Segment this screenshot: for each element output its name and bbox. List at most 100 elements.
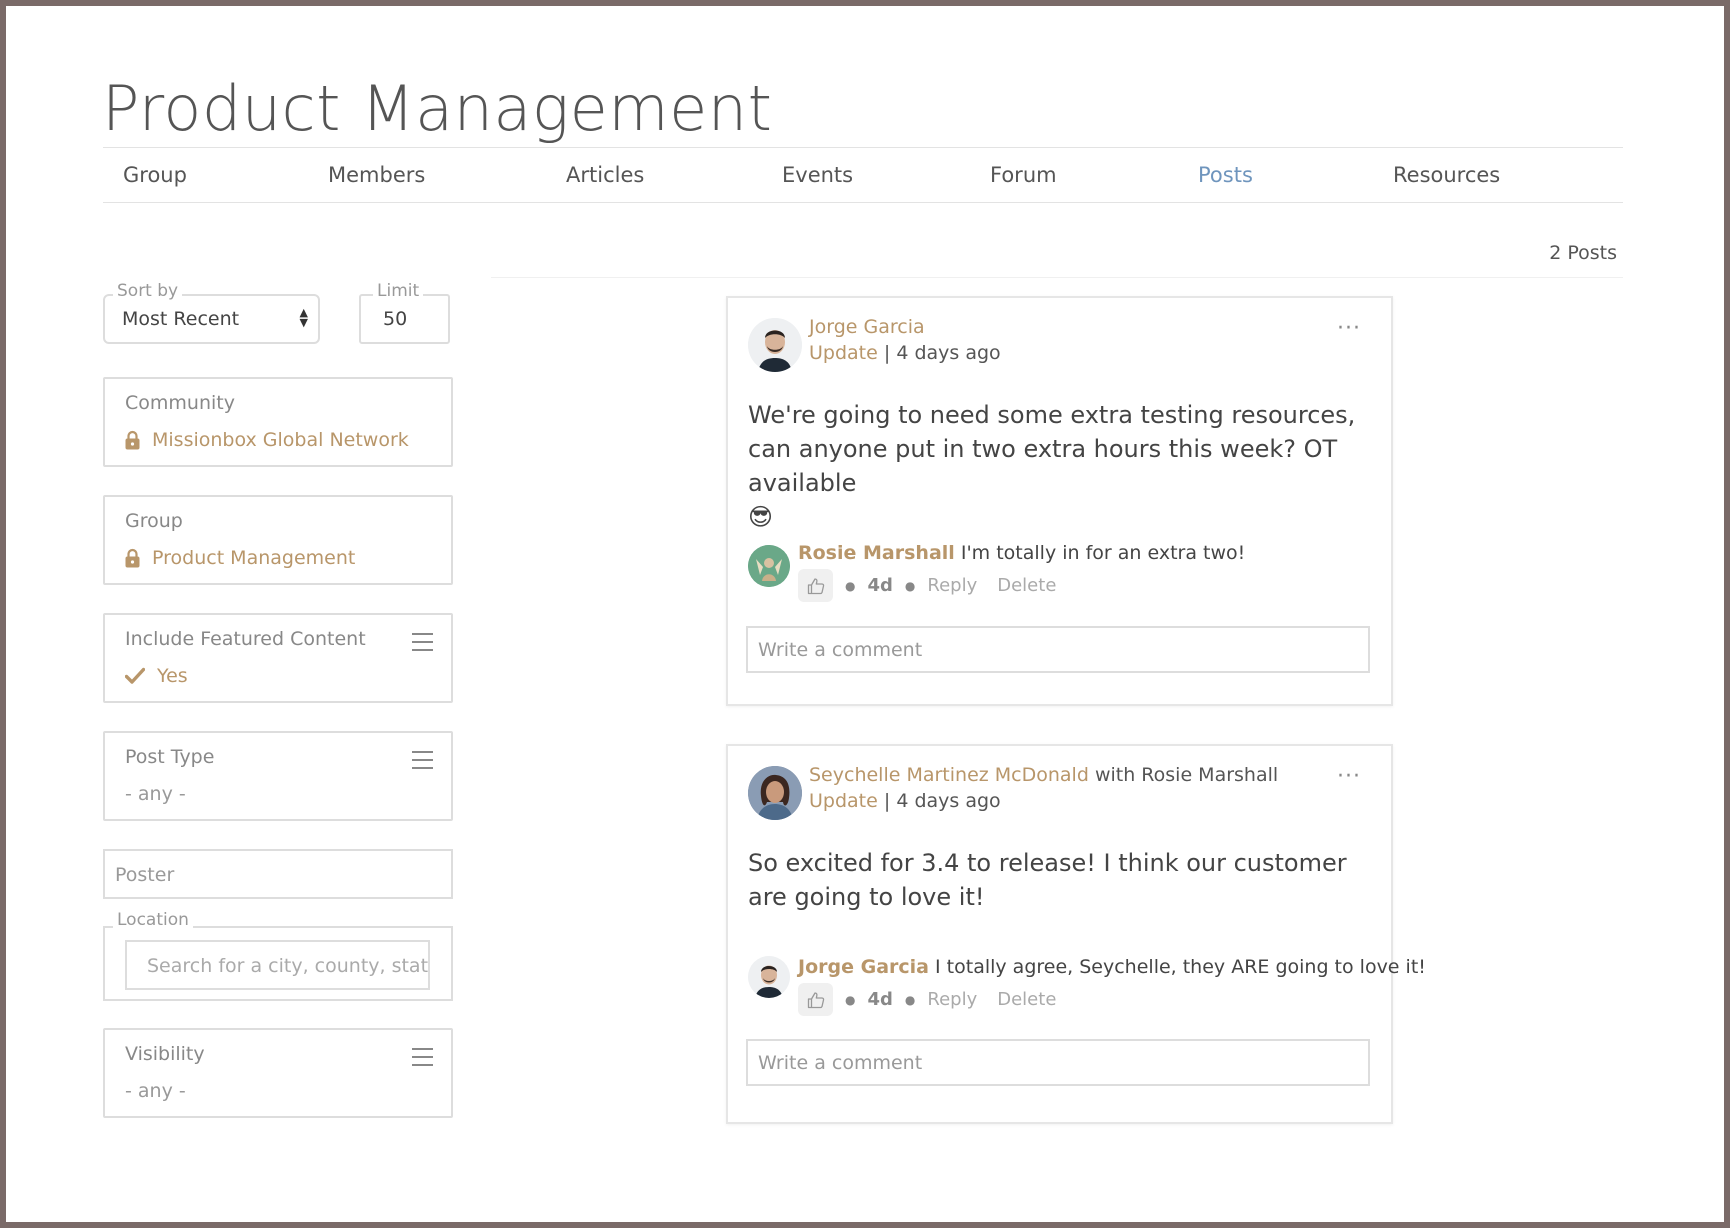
poster-input[interactable]: Poster — [103, 849, 453, 899]
sort-label: Sort by — [113, 281, 183, 301]
meta-separator: | — [883, 790, 897, 812]
post-with: with Rosie Marshall — [1094, 764, 1279, 786]
post-time: 4 days ago — [896, 342, 1001, 364]
featured-label: Include Featured Content — [125, 628, 366, 650]
featured-value-row: Yes — [125, 665, 188, 687]
like-button[interactable] — [798, 983, 833, 1016]
group-label: Group — [125, 510, 183, 532]
comment-text: I'm totally in for an extra two! — [960, 542, 1246, 564]
featured-filter[interactable]: Include Featured Content Yes — [103, 613, 453, 703]
thumbs-up-icon — [807, 577, 824, 594]
avatar[interactable] — [748, 318, 802, 372]
group-value-row: Product Management — [125, 547, 355, 569]
delete-link[interactable]: Delete — [997, 989, 1056, 1010]
menu-icon[interactable] — [412, 633, 433, 651]
tab-forum[interactable]: Forum — [990, 163, 1057, 187]
comment-author[interactable]: Rosie Marshall — [798, 542, 955, 564]
check-icon — [125, 667, 145, 684]
post-author[interactable]: Seychelle Martinez McDonald — [809, 764, 1089, 786]
post-author[interactable]: Jorge Garcia — [809, 316, 925, 338]
more-options-icon[interactable]: ··· — [1337, 318, 1361, 340]
comment-age: 4d — [867, 575, 893, 596]
comment: Jorge Garcia I totally agree, Seychelle,… — [798, 956, 1426, 978]
post-type-filter[interactable]: Post Type - any - — [103, 731, 453, 821]
comment-author[interactable]: Jorge Garcia — [798, 956, 929, 978]
avatar[interactable] — [748, 956, 790, 998]
sort-select[interactable]: Most Recent ▲ ▼ — [103, 294, 320, 344]
post-type-value: - any - — [125, 783, 186, 805]
limit-input[interactable]: 50 — [359, 294, 450, 344]
post-meta: Update | 4 days ago — [809, 790, 1001, 812]
post-type-label: Post Type — [125, 746, 215, 768]
post-text: We're going to need some extra testing r… — [748, 401, 1356, 497]
like-button[interactable] — [798, 569, 833, 602]
post-type[interactable]: Update — [809, 790, 878, 812]
tab-posts[interactable]: Posts — [1198, 163, 1253, 187]
page-frame: Product Management Group Members Article… — [6, 6, 1724, 1222]
bullet-separator: ● — [845, 992, 856, 1007]
comment-text: I totally agree, Seychelle, they ARE goi… — [935, 956, 1426, 978]
bullet-separator: ● — [845, 578, 856, 593]
avatar[interactable] — [748, 545, 790, 587]
page-title: Product Management — [102, 72, 773, 145]
visibility-filter[interactable]: Visibility - any - — [103, 1028, 453, 1118]
reply-link[interactable]: Reply — [927, 575, 977, 596]
tab-articles[interactable]: Articles — [566, 163, 644, 187]
delete-link[interactable]: Delete — [997, 575, 1056, 596]
post-count: 2 Posts — [1549, 242, 1617, 264]
post-body: We're going to need some extra testing r… — [748, 398, 1378, 534]
post-author-line: Jorge Garcia — [809, 316, 925, 338]
location-filter: Search for a city, county, state — [103, 926, 453, 1001]
sort-value: Most Recent — [122, 308, 240, 330]
visibility-value: - any - — [125, 1080, 186, 1102]
person-avatar-icon — [748, 956, 790, 998]
post-card: Jorge Garcia Update | 4 days ago ··· We'… — [726, 296, 1393, 706]
post-body: So excited for 3.4 to release! I think o… — [748, 849, 1347, 911]
comment: Rosie Marshall I'm totally in for an ext… — [798, 542, 1245, 564]
menu-icon[interactable] — [412, 751, 433, 769]
thumbs-up-icon — [807, 991, 824, 1008]
featured-value: Yes — [157, 665, 188, 687]
post-type[interactable]: Update — [809, 342, 878, 364]
visibility-label: Visibility — [125, 1043, 205, 1065]
person-avatar-icon — [748, 545, 790, 587]
person-avatar-icon — [748, 766, 802, 820]
community-value-row: Missionbox Global Network — [125, 429, 409, 451]
meta-separator: | — [883, 342, 897, 364]
person-avatar-icon — [748, 318, 802, 372]
sunglasses-emoji-icon: 😎 — [748, 503, 774, 531]
menu-icon[interactable] — [412, 1048, 433, 1066]
bullet-separator: ● — [904, 992, 916, 1007]
location-search-input[interactable]: Search for a city, county, state — [125, 940, 430, 990]
comment-age: 4d — [867, 989, 893, 1010]
comment-input[interactable]: Write a comment — [746, 1039, 1370, 1086]
group-nav: Group Members Articles Events Forum Post… — [103, 147, 1623, 203]
community-label: Community — [125, 392, 235, 414]
comment-actions: ● 4d ● Reply Delete — [798, 983, 1056, 1016]
group-filter[interactable]: Group Product Management — [103, 495, 453, 585]
post-author-line: Seychelle Martinez McDonald with Rosie M… — [809, 764, 1278, 786]
limit-value: 50 — [383, 308, 408, 330]
lock-icon — [125, 430, 140, 450]
post-card: Seychelle Martinez McDonald with Rosie M… — [726, 744, 1426, 1124]
tab-events[interactable]: Events — [782, 163, 853, 187]
post-meta: Update | 4 days ago — [809, 342, 1001, 364]
community-filter[interactable]: Community Missionbox Global Network — [103, 377, 453, 467]
bullet-separator: ● — [904, 578, 916, 593]
tab-members[interactable]: Members — [328, 163, 425, 187]
avatar[interactable] — [748, 766, 802, 820]
group-value: Product Management — [152, 547, 356, 569]
community-value: Missionbox Global Network — [152, 429, 409, 451]
comment-input[interactable]: Write a comment — [746, 626, 1370, 673]
limit-label: Limit — [373, 281, 424, 301]
select-arrows-icon: ▲ ▼ — [299, 306, 308, 329]
location-label: Location — [113, 910, 193, 930]
reply-link[interactable]: Reply — [927, 989, 977, 1010]
divider — [491, 277, 1623, 278]
post-time: 4 days ago — [896, 790, 1001, 812]
lock-icon — [125, 548, 140, 568]
more-options-icon[interactable]: ··· — [1337, 766, 1361, 788]
comment-actions: ● 4d ● Reply Delete — [798, 569, 1056, 602]
tab-resources[interactable]: Resources — [1393, 163, 1500, 187]
tab-group[interactable]: Group — [123, 163, 187, 187]
